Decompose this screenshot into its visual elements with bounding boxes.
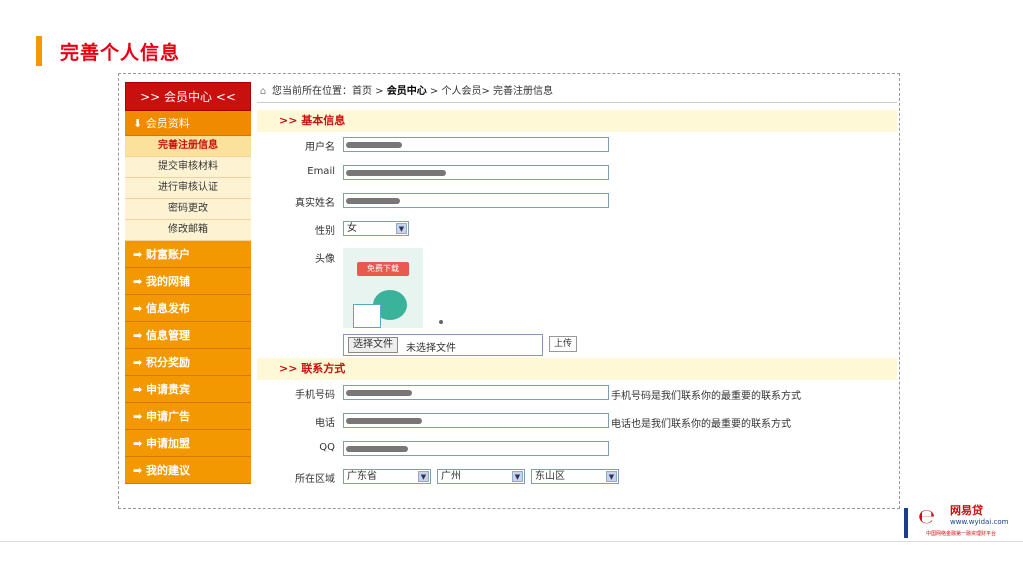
logo-swoosh-icon: ℮ (918, 504, 936, 528)
phone-note: 电话也是我们联系你的最重要的联系方式 (611, 419, 791, 430)
sidebar-header: >> 会员中心 << (125, 82, 251, 111)
page-header: 完善个人信息 (36, 36, 180, 66)
sidebar-section-suggestions[interactable]: ➡ 我的建议 (125, 457, 251, 484)
gender-select[interactable]: 女 ▼ (343, 221, 409, 236)
sidebar-item-complete-registration[interactable]: 完善注册信息 (125, 136, 251, 157)
breadcrumb-member-center[interactable]: 会员中心 (387, 86, 427, 97)
realname-label: 真实姓名 (295, 198, 335, 209)
redacted-value (346, 170, 446, 176)
avatar-dot (439, 320, 443, 324)
sidebar-item-verification[interactable]: 进行审核认证 (125, 178, 251, 199)
footer-divider (0, 541, 1023, 542)
city-select[interactable]: 广州 ▼ (437, 469, 525, 484)
breadcrumb-suffix: > 个人会员> 完善注册信息 (426, 86, 554, 97)
gender-row: 性别 女 ▼ (257, 216, 897, 244)
sidebar-section-wealth-account[interactable]: ➡ 财富账户 (125, 241, 251, 268)
mobile-input[interactable] (343, 385, 609, 400)
chevron-down-icon: ▼ (418, 471, 429, 482)
mobile-note: 手机号码是我们联系你的最重要的联系方式 (611, 391, 801, 402)
file-upload-row: 选择文件 未选择文件 上传 (257, 334, 897, 358)
logo-accent-bar (904, 508, 908, 538)
avatar-book-graphic (353, 304, 381, 328)
sidebar-section-manage-info[interactable]: ➡ 信息管理 (125, 322, 251, 349)
file-status-text: 未选择文件 (406, 343, 456, 354)
sidebar: >> 会员中心 << ⬇ 会员资料 完善注册信息 提交审核材料 进行审核认证 密… (125, 82, 251, 484)
home-icon[interactable]: ⌂ (257, 82, 269, 102)
breadcrumb: ⌂ 您当前所在位置：首页 > 会员中心 > 个人会员> 完善注册信息 (257, 82, 897, 103)
sidebar-item-change-email[interactable]: 修改邮箱 (125, 220, 251, 241)
title-accent-bar (36, 36, 42, 66)
sidebar-item-submit-materials[interactable]: 提交审核材料 (125, 157, 251, 178)
province-value: 广东省 (347, 471, 377, 482)
redacted-value (346, 418, 422, 424)
qq-row: QQ (257, 436, 897, 464)
phone-input[interactable] (343, 413, 609, 428)
contact-section-title: >> 联系方式 (257, 358, 897, 380)
district-value: 东山区 (535, 471, 565, 482)
avatar-image: 免费下载 (343, 248, 423, 328)
province-select[interactable]: 广东省 ▼ (343, 469, 431, 484)
main-content: ⌂ 您当前所在位置：首页 > 会员中心 > 个人会员> 完善注册信息 >> 基本信… (257, 82, 897, 492)
region-row: 所在区域 广东省 ▼ 广州 ▼ 东山区 ▼ (257, 464, 897, 492)
chevron-down-icon: ▼ (512, 471, 523, 482)
phone-label: 电话 (315, 418, 335, 429)
logo-url: www.wyidai.com (950, 518, 1009, 526)
sidebar-section-post-info[interactable]: ➡ 信息发布 (125, 295, 251, 322)
gender-value: 女 (347, 223, 357, 234)
redacted-value (346, 446, 408, 452)
mobile-label: 手机号码 (295, 390, 335, 401)
file-input[interactable]: 选择文件 未选择文件 (343, 334, 543, 356)
username-input[interactable] (343, 137, 609, 152)
realname-input[interactable] (343, 193, 609, 208)
member-center-frame: >> 会员中心 << ⬇ 会员资料 完善注册信息 提交审核材料 进行审核认证 密… (118, 73, 900, 509)
chevron-down-icon: ▼ (606, 471, 617, 482)
realname-row: 真实姓名 (257, 188, 897, 216)
redacted-value (346, 142, 402, 148)
sidebar-section-my-shop[interactable]: ➡ 我的网铺 (125, 268, 251, 295)
page-title: 完善个人信息 (60, 41, 181, 64)
sidebar-section-points-reward[interactable]: ➡ 积分奖励 (125, 349, 251, 376)
avatar-badge: 免费下载 (357, 262, 409, 276)
chevron-down-icon: ▼ (396, 223, 407, 234)
region-label: 所在区域 (295, 474, 335, 485)
city-value: 广州 (441, 471, 461, 482)
email-input[interactable] (343, 165, 609, 180)
logo-slogan: 中国网络金融第一融资理财平台 (926, 531, 997, 537)
qq-input[interactable] (343, 441, 609, 456)
logo-name: 网易贷 (950, 504, 983, 517)
choose-file-button[interactable]: 选择文件 (348, 337, 398, 353)
redacted-value (346, 198, 400, 204)
redacted-value (346, 390, 412, 396)
phone-row: 电话 电话也是我们联系你的最重要的联系方式 (257, 408, 897, 436)
username-row: 用户名 (257, 132, 897, 160)
sidebar-section-apply-ads[interactable]: ➡ 申请广告 (125, 403, 251, 430)
email-label: Email (307, 166, 335, 177)
avatar-label: 头像 (315, 254, 335, 265)
username-label: 用户名 (305, 142, 335, 153)
upload-button[interactable]: 上传 (549, 336, 577, 352)
qq-label: QQ (319, 442, 335, 453)
district-select[interactable]: 东山区 ▼ (531, 469, 619, 484)
mobile-row: 手机号码 手机号码是我们联系你的最重要的联系方式 (257, 380, 897, 408)
email-row: Email (257, 160, 897, 188)
avatar-row: 头像 免费下载 (257, 244, 897, 334)
sidebar-section-member-profile[interactable]: ⬇ 会员资料 (125, 111, 251, 136)
breadcrumb-prefix[interactable]: 您当前所在位置：首页 > (272, 86, 387, 97)
sidebar-item-change-password[interactable]: 密码更改 (125, 199, 251, 220)
gender-label: 性别 (315, 226, 335, 237)
brand-logo: ℮ 网易贷 www.wyidai.com 中国网络金融第一融资理财平台 (904, 500, 1020, 544)
sidebar-section-apply-vip[interactable]: ➡ 申请贵宾 (125, 376, 251, 403)
basic-info-section-title: >> 基本信息 (257, 110, 897, 132)
sidebar-section-apply-join[interactable]: ➡ 申请加盟 (125, 430, 251, 457)
